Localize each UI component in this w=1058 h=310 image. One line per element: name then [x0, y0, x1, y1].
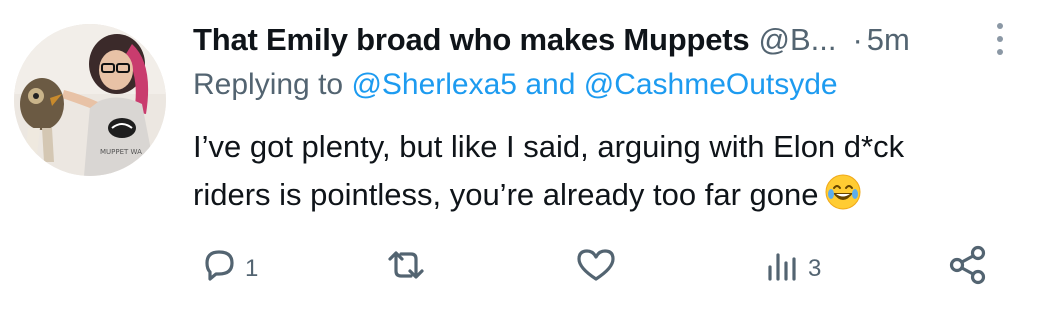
tweet-text: I’ve got plenty, but like I said, arguin… — [193, 123, 1013, 219]
views-count: 3 — [808, 255, 822, 282]
avatar-shirt-text: MUPPET WA — [100, 148, 142, 156]
tweet-text-line: riders is pointless, you’re already too … — [193, 177, 819, 212]
replying-to-label: Replying to — [193, 68, 344, 101]
heart-icon — [577, 249, 615, 281]
avatar[interactable]: MUPPET WA — [14, 24, 166, 176]
more-options-icon[interactable] — [992, 20, 1008, 58]
timestamp[interactable]: 5m — [867, 22, 910, 58]
more-dot — [997, 49, 1003, 55]
display-name[interactable]: That Emily broad who makes Muppets — [193, 22, 750, 58]
replying-conjunction: and — [525, 68, 576, 101]
views-bar-chart-icon — [768, 253, 796, 281]
reply-count: 1 — [245, 255, 259, 282]
tweet-text-line-2: riders is pointless, you’re already too … — [193, 171, 1013, 219]
mention-link-1[interactable]: @Sherlexa5 — [351, 68, 517, 101]
reply-bubble-icon — [205, 250, 234, 281]
more-dot — [997, 36, 1003, 42]
separator-dot: · — [852, 22, 863, 57]
retweet-button[interactable] — [384, 235, 428, 295]
mention-link-2[interactable]: @CashmeOutsyde — [584, 68, 838, 101]
retweet-icon — [388, 251, 424, 279]
laughing-emoji-icon — [825, 174, 860, 210]
replying-to: Replying to @Sherlexa5 and @CashmeOutsyd… — [193, 68, 838, 102]
reply-button[interactable]: 1 — [199, 235, 258, 295]
user-handle[interactable]: @B... — [758, 22, 836, 58]
avatar-photo: MUPPET WA — [14, 24, 166, 176]
share-icon — [949, 245, 986, 285]
tweet-text-line: I’ve got plenty, but like I said, arguin… — [193, 129, 905, 164]
tweet-header: That Emily broad who makes Muppets @B...… — [193, 20, 910, 60]
share-button[interactable] — [946, 235, 990, 295]
tweet[interactable]: MUPPET WA That Emily broad who makes Mup… — [0, 0, 1058, 310]
more-dot — [997, 23, 1003, 29]
views-button[interactable]: 3 — [762, 235, 821, 295]
like-button[interactable] — [574, 235, 618, 295]
action-bar: 1 3 — [0, 235, 1058, 295]
